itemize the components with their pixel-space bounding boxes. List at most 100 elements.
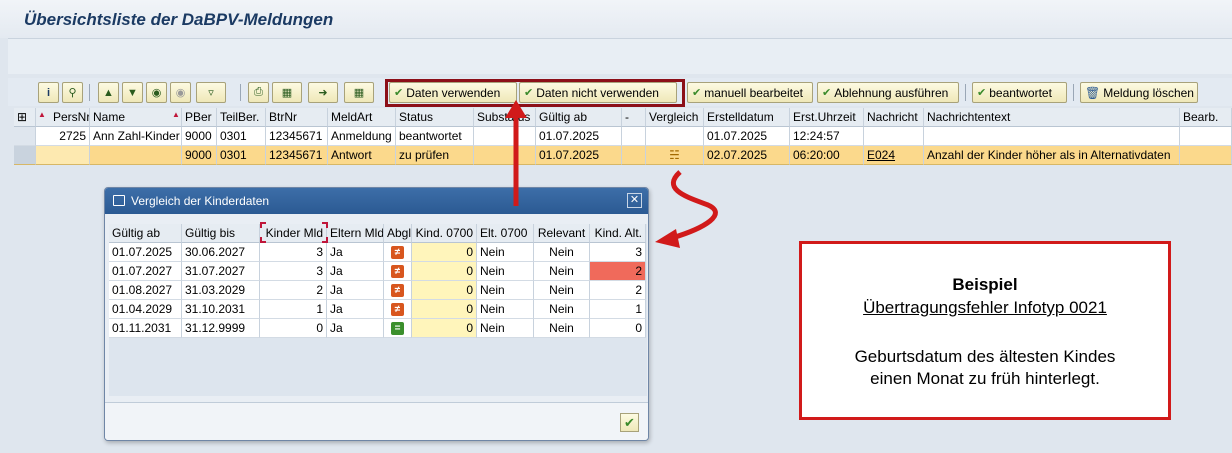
- sort-descending-icon[interactable]: ▼: [122, 82, 143, 103]
- table-row[interactable]: 01.11.2031 31.12.9999 0 Ja = 0 Nein Nein 0: [109, 319, 647, 338]
- col-nachrichtentext[interactable]: Nachrichtentext: [924, 108, 1180, 127]
- close-icon[interactable]: ✕: [627, 193, 642, 208]
- col-nachricht[interactable]: Nachricht: [864, 108, 924, 127]
- col-substatus[interactable]: Substatus: [474, 108, 536, 127]
- print-icon[interactable]: ⎙: [248, 82, 269, 103]
- delete-message-button[interactable]: 🗑 Meldung löschen: [1080, 82, 1198, 103]
- cell-nachricht[interactable]: E024: [864, 146, 924, 165]
- layout-icon[interactable]: ▦: [344, 82, 374, 103]
- dialog-header-row: Gültig ab Gültig bis Kinder Mld Eltern M…: [109, 224, 647, 243]
- dcell-kind-0700: 0: [412, 262, 477, 281]
- col-erst-uhrzeit[interactable]: Erst.Uhrzeit: [790, 108, 864, 127]
- dcell-eltern-mld: Ja: [327, 262, 384, 281]
- dcol-kinder-mld[interactable]: Kinder Mld: [260, 224, 327, 243]
- dcell-gueltig-ab: 01.07.2025: [109, 243, 182, 262]
- not-equal-icon[interactable]: ≠: [391, 246, 404, 259]
- export-icon[interactable]: ➜: [308, 82, 338, 103]
- dcell-elt-0700: Nein: [477, 300, 534, 319]
- col-pber[interactable]: PBer: [182, 108, 217, 127]
- layout-settings-icon[interactable]: ⊞: [14, 108, 36, 127]
- answered-button[interactable]: ✔ beantwortet: [972, 82, 1067, 103]
- find-icon[interactable]: ◉: [146, 82, 167, 103]
- row-selector[interactable]: [14, 127, 36, 146]
- cell-btrnr: 12345671: [266, 127, 328, 146]
- col-dash[interactable]: -: [622, 108, 646, 127]
- dcol-kind-alt[interactable]: Kind. Alt.: [590, 224, 646, 243]
- cell-gueltig-ab: 01.07.2025: [536, 146, 622, 165]
- col-status[interactable]: Status: [396, 108, 474, 127]
- dcol-kind-0700[interactable]: Kind. 0700: [412, 224, 477, 243]
- dcell-kind-0700: 0: [412, 281, 477, 300]
- dcell-kinder-mld: 3: [260, 243, 327, 262]
- dcell-kind-alt: 3: [590, 243, 646, 262]
- dcol-elt-0700[interactable]: Elt. 0700: [477, 224, 534, 243]
- children-compare-table: Gültig ab Gültig bis Kinder Mld Eltern M…: [109, 222, 647, 396]
- annotation-line-2: einen Monat zu früh hinterlegt.: [870, 369, 1100, 388]
- not-equal-icon[interactable]: ≠: [391, 284, 404, 297]
- dcell-kind-0700: 0: [412, 243, 477, 262]
- sort-icon: ▲: [38, 110, 46, 119]
- table-row[interactable]: 01.07.2025 30.06.2027 3 Ja ≠ 0 Nein Nein 3: [109, 243, 647, 262]
- cell-btrnr: 12345671: [266, 146, 328, 165]
- bracket-mark: [322, 222, 328, 228]
- dcell-gueltig-bis: 31.10.2031: [182, 300, 260, 319]
- table-row[interactable]: 01.04.2029 31.10.2031 1 Ja ≠ 0 Nein Nein 1: [109, 300, 647, 319]
- find-next-icon[interactable]: ◉: [170, 82, 191, 103]
- cell-nachricht: [864, 127, 924, 146]
- table-row-selected[interactable]: 9000 0301 12345671 Antwort zu prüfen 01.…: [14, 146, 1232, 165]
- dcell-eltern-mld: Ja: [327, 281, 384, 300]
- col-bearb[interactable]: Bearb.: [1180, 108, 1232, 127]
- dcell-eltern-mld: Ja: [327, 243, 384, 262]
- col-btrnr[interactable]: BtrNr: [266, 108, 328, 127]
- filter-icon[interactable]: ▿: [196, 82, 226, 103]
- equal-icon[interactable]: =: [391, 322, 404, 335]
- dialog-title-bar: Vergleich der Kinderdaten ✕: [105, 188, 648, 214]
- col-meldart[interactable]: MeldArt: [328, 108, 396, 127]
- col-name[interactable]: Name ▲: [90, 108, 182, 127]
- table-row[interactable]: 01.08.2027 31.03.2029 2 Ja ≠ 0 Nein Nein 2: [109, 281, 647, 300]
- reject-button[interactable]: ✔ Ablehnung ausführen: [817, 82, 959, 103]
- dcol-abgl[interactable]: Abgl: [384, 224, 412, 243]
- cell-pber: 9000: [182, 127, 217, 146]
- page-title: Übersichtsliste der DaBPV-Meldungen: [24, 10, 334, 29]
- dcol-relevant[interactable]: Relevant: [534, 224, 590, 243]
- dcell-relevant: Nein: [534, 281, 590, 300]
- not-equal-icon[interactable]: ≠: [391, 303, 404, 316]
- dcol-eltern-mld[interactable]: Eltern Mld: [327, 224, 384, 243]
- col-teilber[interactable]: TeilBer.: [217, 108, 266, 127]
- table-row[interactable]: 2725 Ann Zahl-Kinder 9000 0301 12345671 …: [14, 127, 1232, 146]
- not-equal-icon[interactable]: ≠: [391, 265, 404, 278]
- cell-teilber: 0301: [217, 127, 266, 146]
- compare-icon[interactable]: ☵: [646, 146, 704, 165]
- sort-ascending-icon[interactable]: ▲: [98, 82, 119, 103]
- dcell-kind-alt: 2: [590, 262, 646, 281]
- dcell-gueltig-ab: 01.04.2029: [109, 300, 182, 319]
- dcell-kinder-mld: 1: [260, 300, 327, 319]
- trash-icon: 🗑: [1085, 85, 1101, 100]
- detail-icon[interactable]: ⚲: [62, 82, 83, 103]
- cell-persnr: [36, 146, 90, 165]
- dcol-gueltig-bis[interactable]: Gültig bis: [182, 224, 260, 243]
- cell-pber: 9000: [182, 146, 217, 165]
- row-selector[interactable]: [14, 146, 36, 165]
- cell-erst-uhrzeit: 12:24:57: [790, 127, 864, 146]
- confirm-checkmark-icon[interactable]: ✔: [620, 413, 639, 432]
- message-link[interactable]: E024: [867, 148, 895, 162]
- col-vergleich[interactable]: Vergleich: [646, 108, 704, 127]
- dcell-kinder-mld: 0: [260, 319, 327, 338]
- manual-edited-button[interactable]: ✔ manuell bearbeitet: [687, 82, 813, 103]
- col-erstelldatum[interactable]: Erstelldatum: [704, 108, 790, 127]
- cell-nachrichtentext: [924, 127, 1180, 146]
- dcell-kind-0700: 0: [412, 319, 477, 338]
- bracket-mark: [260, 222, 266, 228]
- bracket-mark: [322, 237, 328, 243]
- table-row[interactable]: 01.07.2027 31.07.2027 3 Ja ≠ 0 Nein Nein 2: [109, 262, 647, 281]
- info-icon[interactable]: i: [38, 82, 59, 103]
- col-persnr[interactable]: ▲ PersNr: [36, 108, 90, 127]
- dcell-abgl: ≠: [384, 300, 412, 319]
- cell-bearb: [1180, 146, 1232, 165]
- col-gueltig-ab[interactable]: Gültig ab: [536, 108, 622, 127]
- dcol-gueltig-ab[interactable]: Gültig ab: [109, 224, 182, 243]
- views-icon[interactable]: ▦: [272, 82, 302, 103]
- annotation-line-1: Geburtsdatum des ältesten Kindes: [854, 347, 1116, 366]
